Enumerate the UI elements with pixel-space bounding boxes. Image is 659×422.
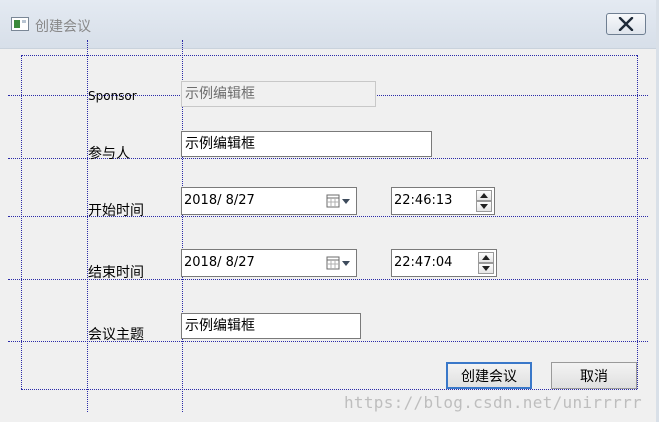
guide-line [21, 55, 22, 389]
arrow-down-icon [482, 266, 490, 271]
start-date-value: 2018/ 8/27 [184, 193, 255, 208]
end-time-value: 22:47:04 [394, 255, 453, 270]
spin-down-button[interactable] [478, 263, 494, 274]
calendar-dropdown-icon[interactable] [326, 256, 352, 270]
spin-up-button[interactable] [476, 190, 492, 201]
title-bar: 创建会议 [0, 0, 659, 49]
end-date-value: 2018/ 8/27 [184, 255, 255, 270]
arrow-up-icon [482, 255, 490, 260]
end-time-label: 结束时间 [88, 265, 144, 281]
start-time-label: 开始时间 [88, 203, 144, 219]
window-app-icon [11, 17, 29, 31]
sponsor-field[interactable]: 示例编辑框 [181, 81, 376, 107]
start-date-picker[interactable]: 2018/ 8/27 [181, 187, 357, 215]
subject-label: 会议主题 [88, 327, 144, 343]
watermark: https://blog.csdn.net/unirrrrr [344, 393, 642, 412]
arrow-down-icon [480, 204, 488, 209]
arrow-up-icon [480, 193, 488, 198]
create-meeting-button[interactable]: 创建会议 [446, 362, 532, 389]
spin-up-button[interactable] [478, 252, 494, 263]
start-time-value: 22:46:13 [394, 193, 453, 208]
guide-line [21, 55, 637, 56]
participants-label: 参与人 [88, 146, 130, 162]
subject-field[interactable]: 示例编辑框 [181, 313, 361, 339]
end-time-spinner[interactable]: 22:47:04 [391, 249, 497, 277]
guide-line [21, 389, 637, 390]
end-date-picker[interactable]: 2018/ 8/27 [181, 249, 357, 277]
participants-field[interactable]: 示例编辑框 [181, 131, 432, 157]
end-time-spin-buttons [478, 252, 494, 274]
close-x-icon [618, 17, 634, 31]
window-title: 创建会议 [35, 19, 91, 35]
close-button[interactable] [606, 13, 646, 35]
start-time-spin-buttons [476, 190, 492, 212]
start-time-spinner[interactable]: 22:46:13 [391, 187, 495, 215]
guide-line [637, 55, 638, 389]
spin-down-button[interactable] [476, 201, 492, 212]
cancel-button[interactable]: 取消 [551, 362, 637, 389]
sponsor-label: Sponsor [88, 89, 137, 103]
calendar-dropdown-icon[interactable] [326, 194, 352, 208]
